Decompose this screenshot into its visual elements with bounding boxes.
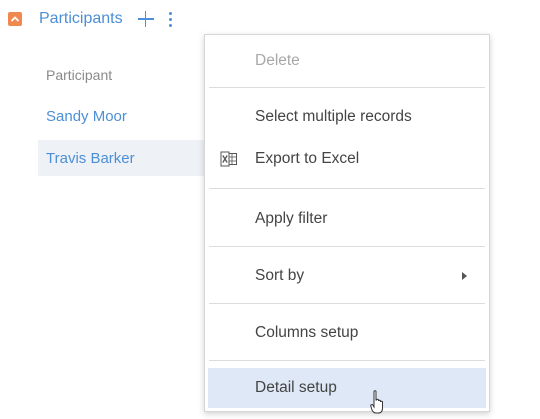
menu-item-label: Columns setup [255, 324, 359, 341]
participant-link[interactable]: Travis Barker [46, 150, 135, 167]
hand-pointer-icon [370, 390, 383, 414]
plus-icon[interactable] [136, 9, 156, 29]
menu-divider [209, 303, 485, 304]
participant-link[interactable]: Sandy Moor [46, 108, 127, 125]
menu-item-label: Detail setup [255, 379, 337, 396]
menu-divider [209, 188, 485, 189]
menu-item-export-to-excel[interactable]: Export to Excel [205, 139, 489, 179]
menu-item-select-multiple-records[interactable]: Select multiple records [205, 97, 489, 137]
menu-item-label: Select multiple records [255, 108, 412, 125]
menu-item-sort-by[interactable]: Sort by [205, 256, 489, 296]
menu-item-label: Sort by [255, 267, 305, 284]
menu-item-apply-filter[interactable]: Apply filter [205, 199, 489, 239]
menu-divider [209, 87, 485, 88]
menu-item-detail-setup[interactable]: Detail setup [208, 368, 486, 408]
detail-header: Participants [8, 8, 177, 30]
kebab-menu-icon[interactable] [165, 9, 177, 29]
menu-item-label: Apply filter [255, 210, 328, 227]
menu-item-delete: Delete [205, 41, 489, 81]
menu-divider [209, 360, 485, 361]
menu-item-columns-setup[interactable]: Columns setup [205, 313, 489, 353]
actions-menu: Delete Select multiple records Export to… [204, 34, 490, 412]
submenu-arrow-icon [462, 272, 467, 280]
menu-item-label: Delete [255, 52, 300, 69]
excel-icon [220, 151, 237, 167]
detail-title[interactable]: Participants [39, 10, 123, 28]
column-header-participant[interactable]: Participant [46, 67, 112, 83]
chevron-up-icon[interactable] [8, 12, 22, 26]
menu-item-label: Export to Excel [255, 150, 360, 167]
menu-divider [209, 246, 485, 247]
table-row[interactable]: Travis Barker [38, 140, 208, 176]
table-row[interactable]: Sandy Moor [38, 98, 208, 134]
